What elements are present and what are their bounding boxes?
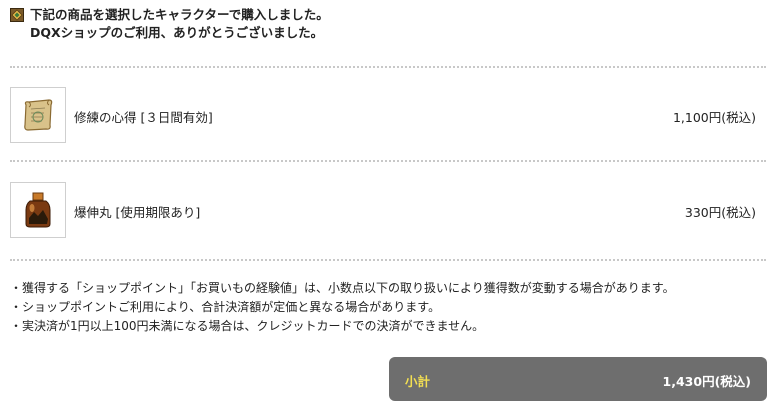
note-credit-card-limit: ・実決済が1円以上100円未満になる場合は、クレジットカードでの決済ができません… <box>10 319 485 333</box>
divider <box>10 160 766 162</box>
note-point-usage: ・ショップポイントご利用により、合計決済額が定価と異なる場合があります。 <box>10 300 441 314</box>
shop-emblem-icon <box>10 8 24 22</box>
divider <box>10 66 766 68</box>
item-row: 修練の心得 [３日間有効] 1,100円(税込) <box>10 87 766 143</box>
item-name: 爆伸丸 [使用期限あり] <box>74 205 201 220</box>
potion-bottle-icon <box>10 182 66 238</box>
item-price: 1,100円(税込) <box>672 110 756 125</box>
header-text-1: 下記の商品を選択したキャラクターで購入しました。 <box>30 7 329 22</box>
subtotal-label: 小計 <box>405 374 431 389</box>
header-line-1: 下記の商品を選択したキャラクターで購入しました。 <box>10 6 329 24</box>
header-text-2: DQXショップのご利用、ありがとうございました。 <box>30 25 324 40</box>
item-name: 修練の心得 [３日間有効] <box>74 110 213 125</box>
scroll-icon <box>10 87 66 143</box>
purchase-complete-header: 下記の商品を選択したキャラクターで購入しました。 DQXショップのご利用、ありが… <box>10 6 329 42</box>
divider <box>10 259 766 261</box>
subtotal-panel: 小計 1,430円(税込) <box>389 357 767 401</box>
subtotal-amount: 1,430円(税込) <box>662 374 751 389</box>
notes-list: ・獲得する「ショップポイント」「お買いもの経験値」は、小数点以下の取り扱いにより… <box>10 279 675 336</box>
item-row: 爆伸丸 [使用期限あり] 330円(税込) <box>10 182 766 238</box>
note-point-variation: ・獲得する「ショップポイント」「お買いもの経験値」は、小数点以下の取り扱いにより… <box>10 281 675 295</box>
item-price: 330円(税込) <box>684 205 756 220</box>
